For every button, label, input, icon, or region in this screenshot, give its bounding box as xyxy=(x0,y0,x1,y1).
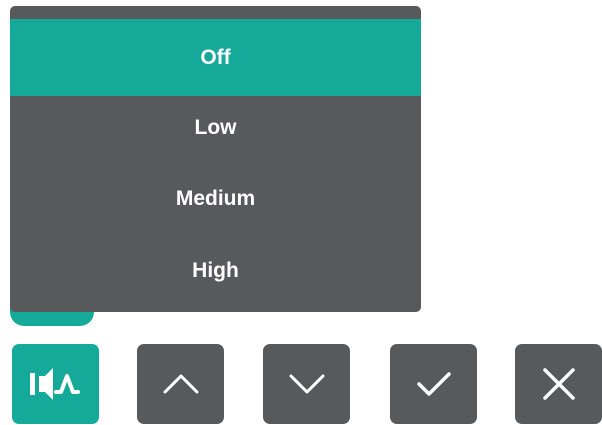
osd-screen: Off Low Medium High xyxy=(0,0,602,425)
option-menu: Off Low Medium High xyxy=(10,6,421,312)
chevron-down-icon xyxy=(289,374,324,394)
menu-item-low[interactable]: Low xyxy=(10,92,421,164)
menu-item-off[interactable]: Off xyxy=(10,19,421,96)
audio-mode-button[interactable] xyxy=(12,344,99,424)
down-button[interactable] xyxy=(263,344,350,424)
chevron-up-icon xyxy=(163,374,198,394)
confirm-button[interactable] xyxy=(390,344,477,424)
speaker-wave-icon xyxy=(29,368,80,400)
menu-item-label: Low xyxy=(194,116,237,139)
menu-item-high[interactable]: High xyxy=(10,235,421,307)
close-icon xyxy=(542,368,575,400)
menu-item-label: High xyxy=(192,259,239,282)
check-icon xyxy=(416,372,451,396)
menu-item-label: Medium xyxy=(175,187,256,210)
close-button[interactable] xyxy=(515,344,602,424)
menu-item-medium[interactable]: Medium xyxy=(10,163,421,235)
menu-item-label: Off xyxy=(200,45,231,69)
up-button[interactable] xyxy=(137,344,224,424)
